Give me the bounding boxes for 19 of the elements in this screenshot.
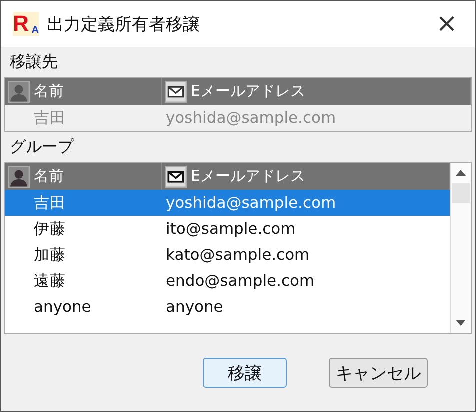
table-row[interactable]: 加藤 kato@sample.com [5, 242, 450, 268]
table-cell-text: yoshida@sample.com [166, 109, 338, 127]
envelope-icon [165, 80, 187, 102]
section-label: グループ [9, 136, 76, 158]
envelope-icon [165, 166, 187, 188]
section-label: 移譲先 [9, 51, 59, 73]
scrollbar[interactable] [450, 163, 471, 333]
close-button[interactable]: × [427, 9, 467, 39]
table-row[interactable]: anyone anyone [5, 294, 450, 320]
table-cell-text: 吉田 [33, 108, 67, 128]
table-row[interactable]: 遠藤 endo@sample.com [5, 268, 450, 294]
person-icon [8, 80, 30, 102]
window-title: 出力定義所有者移譲 [47, 14, 201, 36]
table-row[interactable]: 伊藤 ito@sample.com [5, 216, 450, 242]
table-row[interactable]: 吉田 yoshida@sample.com [5, 190, 450, 216]
person-icon [8, 166, 30, 188]
cancel-button[interactable]: キャンセル [329, 358, 428, 388]
scrollbar-thumb[interactable] [452, 183, 470, 203]
transfer-button[interactable]: 移譲 [203, 358, 287, 388]
